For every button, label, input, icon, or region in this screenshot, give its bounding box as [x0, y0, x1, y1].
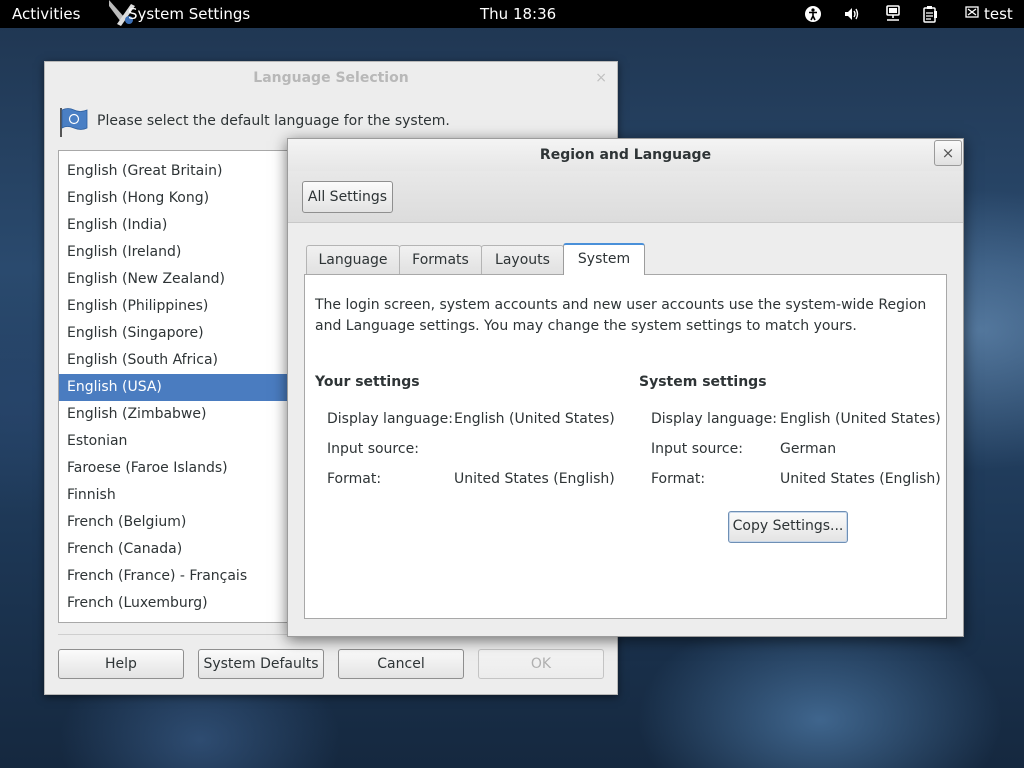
tab-layouts[interactable]: Layouts	[481, 245, 564, 274]
language-list-item[interactable]: English (Ireland)	[59, 239, 317, 266]
your-format-value: United States (English)	[454, 471, 615, 487]
your-display-language-value: English (United States)	[454, 411, 615, 427]
language-list-item[interactable]: English (Singapore)	[59, 320, 317, 347]
system-display-language-label: Display language:	[651, 411, 777, 427]
system-input-source-label: Input source:	[651, 441, 743, 457]
all-settings-button[interactable]: All Settings	[302, 181, 393, 213]
system-defaults-button[interactable]: System Defaults	[198, 649, 324, 679]
language-list-item[interactable]: English (India)	[59, 212, 317, 239]
clipboard-icon[interactable]	[921, 5, 939, 23]
language-list-item[interactable]: English (Zimbabwe)	[59, 401, 317, 428]
dialog-prompt: Please select the default language for t…	[97, 113, 450, 129]
system-description: The login screen, system accounts and ne…	[315, 297, 927, 334]
close-icon[interactable]: ×	[595, 70, 607, 86]
cancel-button[interactable]: Cancel	[338, 649, 464, 679]
window-title: Region and Language	[288, 139, 963, 171]
flag-icon	[60, 108, 88, 137]
language-list-item[interactable]: English (USA)	[59, 374, 317, 401]
user-icon[interactable]	[965, 6, 981, 20]
your-input-source-label: Input source:	[327, 441, 419, 457]
system-input-source-value: German	[780, 441, 837, 457]
help-button[interactable]: Help	[58, 649, 184, 679]
tab-formats[interactable]: Formats	[399, 245, 482, 274]
system-tab-panel: The login screen, system accounts and ne…	[304, 274, 947, 619]
dialog-title: Language Selection	[253, 70, 409, 86]
user-menu[interactable]: test	[984, 5, 1013, 23]
top-bar: Activities System Settings Thu 18:36 tes…	[0, 0, 1024, 28]
language-list-item[interactable]: French (Belgium)	[59, 509, 317, 536]
region-and-language-window: Region and Language × All Settings Langu…	[287, 138, 964, 637]
clock[interactable]: Thu 18:36	[480, 5, 556, 23]
tab-system[interactable]: System	[563, 243, 645, 275]
system-display-language-value: English (United States)	[780, 411, 941, 427]
toolbar: All Settings	[288, 171, 963, 223]
language-list-item[interactable]: Estonian	[59, 428, 317, 455]
language-list-item[interactable]: French (Canada)	[59, 536, 317, 563]
language-list-item[interactable]: English (South Africa)	[59, 347, 317, 374]
system-settings-heading: System settings	[639, 374, 767, 390]
language-list-item[interactable]: English (Philippines)	[59, 293, 317, 320]
activities-button[interactable]: Activities	[12, 5, 80, 23]
app-menu[interactable]: System Settings	[128, 5, 250, 23]
network-icon[interactable]	[884, 5, 902, 23]
language-list-item[interactable]: French (Luxemburg)	[59, 590, 317, 617]
language-list[interactable]: English (Great Britain) English (Hong Kon…	[58, 150, 318, 623]
tab-language[interactable]: Language	[306, 245, 400, 274]
language-list-item[interactable]: Faroese (Faroe Islands)	[59, 455, 317, 482]
your-format-label: Format:	[327, 471, 382, 487]
system-format-value: United States (English)	[780, 471, 941, 487]
language-list-item[interactable]: English (New Zealand)	[59, 266, 317, 293]
volume-icon[interactable]	[843, 5, 861, 23]
language-list-item[interactable]: French (France) - Français	[59, 563, 317, 590]
system-format-label: Format:	[651, 471, 706, 487]
your-display-language-label: Display language:	[327, 411, 453, 427]
language-list-item[interactable]: English (Great Britain)	[59, 158, 317, 185]
window-close-button[interactable]: ×	[934, 140, 962, 166]
language-list-item[interactable]: Finnish	[59, 482, 317, 509]
accessibility-icon[interactable]	[804, 5, 822, 23]
copy-settings-button[interactable]: Copy Settings...	[728, 511, 848, 543]
your-settings-heading: Your settings	[315, 374, 420, 390]
ok-button[interactable]: OK	[478, 649, 604, 679]
language-list-item[interactable]: English (Hong Kong)	[59, 185, 317, 212]
